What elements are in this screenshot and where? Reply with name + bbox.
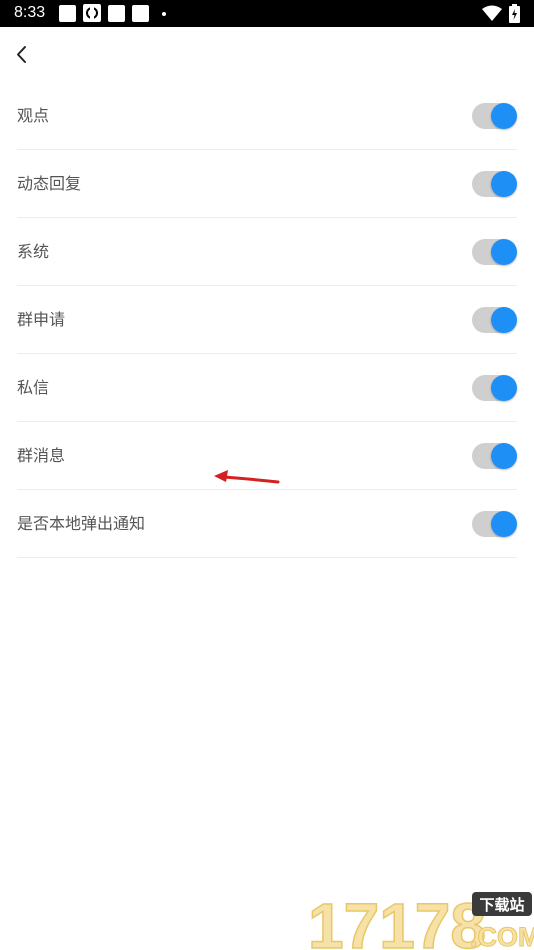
watermark-brand: 17178 xyxy=(308,889,487,950)
group-request-toggle[interactable] xyxy=(472,307,517,333)
local-popup-toggle[interactable] xyxy=(472,511,517,537)
toggle-knob xyxy=(491,103,517,129)
notification-square-icon xyxy=(108,5,125,22)
back-button[interactable] xyxy=(8,39,36,69)
svg-text:17178: 17178 xyxy=(308,890,486,950)
setting-row-system: 系统 xyxy=(17,218,517,286)
setting-label: 观点 xyxy=(17,106,50,125)
header xyxy=(0,27,534,83)
setting-row-local-popup: 是否本地弹出通知 xyxy=(17,490,517,558)
setting-label: 群申请 xyxy=(17,310,66,329)
watermark-tagline: 下载站 xyxy=(479,896,524,914)
system-toggle[interactable] xyxy=(472,239,517,265)
setting-label: 是否本地弹出通知 xyxy=(17,514,146,533)
setting-row-viewpoint: 观点 xyxy=(17,82,517,150)
battery-charging-icon xyxy=(509,4,520,23)
sync-icon xyxy=(83,4,101,22)
setting-row-private-message: 私信 xyxy=(17,354,517,422)
toggle-knob xyxy=(491,375,517,401)
group-message-toggle[interactable] xyxy=(472,443,517,469)
wifi-icon xyxy=(482,5,502,21)
status-time: 8:33 xyxy=(14,4,46,21)
viewpoint-toggle[interactable] xyxy=(472,103,517,129)
dynamic-reply-toggle[interactable] xyxy=(472,171,517,197)
chevron-left-icon xyxy=(17,46,26,63)
more-notifications-dot-icon xyxy=(162,12,166,16)
notification-square-icon xyxy=(132,5,149,22)
private-message-toggle[interactable] xyxy=(472,375,517,401)
setting-row-group-request: 群申请 xyxy=(17,286,517,354)
watermark-domain: .COM xyxy=(470,922,534,950)
toggle-knob xyxy=(491,239,517,265)
setting-label: 群消息 xyxy=(17,446,66,465)
toggle-knob xyxy=(491,443,517,469)
setting-label: 私信 xyxy=(17,378,50,397)
toggle-knob xyxy=(491,511,517,537)
toggle-knob xyxy=(491,307,517,333)
setting-row-dynamic-reply: 动态回复 xyxy=(17,150,517,218)
setting-label: 系统 xyxy=(17,242,50,261)
notification-square-icon xyxy=(59,5,76,22)
toggle-knob xyxy=(491,171,517,197)
setting-label: 动态回复 xyxy=(17,174,82,193)
watermark-logo: 17178 下载站 .COM xyxy=(308,889,534,950)
status-bar: 8:33 xyxy=(0,0,534,27)
annotation-arrow-icon xyxy=(214,470,280,484)
notification-settings-screen: 8:33 观点 动态回复 系统 群申请 私信 群消息 是否本地弹出通知 1717… xyxy=(0,0,534,950)
